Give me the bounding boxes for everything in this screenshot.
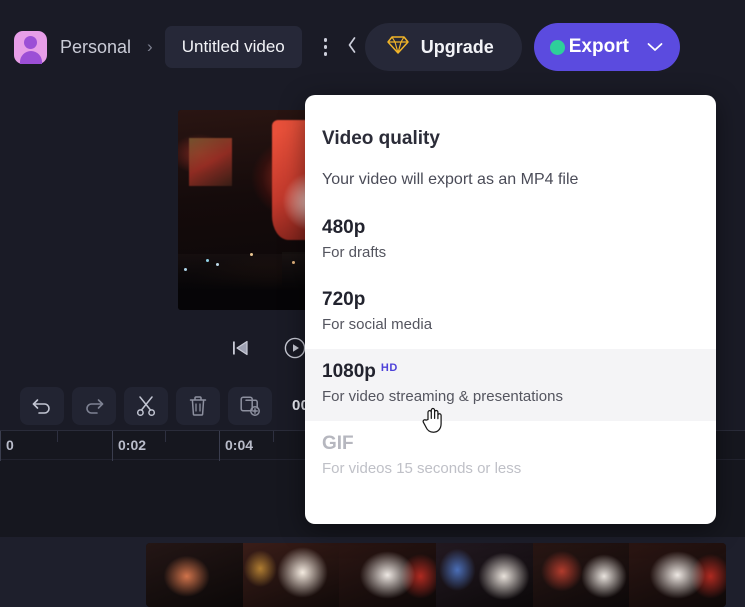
quality-option-description: For drafts — [322, 244, 699, 261]
export-label: Export — [569, 36, 629, 58]
quality-option-title: 1080p HD — [322, 361, 699, 383]
upgrade-button[interactable]: Upgrade — [365, 23, 522, 71]
trash-icon — [188, 395, 208, 417]
quality-option-1080p[interactable]: 1080p HD For video streaming & presentat… — [305, 349, 716, 421]
undo-button[interactable] — [20, 387, 64, 425]
avatar-body-icon — [20, 51, 42, 64]
clip-thumbnail — [339, 543, 436, 607]
ruler-label: 0 — [0, 437, 14, 453]
quality-option-720p[interactable]: 720p For social media — [305, 277, 716, 349]
quality-option-gif: GIF For videos 15 seconds or less — [305, 421, 716, 493]
redo-button[interactable] — [72, 387, 116, 425]
workspace-avatar[interactable] — [14, 31, 47, 64]
clipchamp-video-editor: Personal › Untitled video Upgrade — [0, 0, 745, 607]
green-status-dot-icon — [550, 40, 565, 55]
skip-to-start-button[interactable] — [230, 338, 250, 358]
menu-heading: Video quality — [305, 95, 716, 150]
project-more-options-button[interactable] — [312, 30, 340, 64]
ruler-tick — [273, 431, 274, 442]
project-title-input[interactable]: Untitled video — [165, 26, 302, 68]
undo-icon — [31, 396, 53, 416]
quality-options-list: 480p For drafts 720p For social media 10… — [305, 205, 716, 493]
more-vertical-icon — [324, 52, 328, 56]
export-quality-menu: Video quality Your video will export as … — [305, 95, 716, 524]
clip-thumbnail — [146, 543, 243, 607]
diamond-icon — [387, 35, 409, 60]
quality-option-description: For video streaming & presentations — [322, 388, 699, 405]
scissors-icon — [135, 395, 157, 417]
duplicate-icon — [239, 395, 261, 417]
more-vertical-icon — [324, 38, 328, 42]
video-clip[interactable] — [146, 543, 726, 607]
chevron-left-icon[interactable] — [347, 36, 357, 59]
preview-lights — [206, 259, 209, 262]
upgrade-label: Upgrade — [421, 37, 494, 58]
avatar-head-icon — [24, 36, 37, 49]
ruler-label: 0:02 — [112, 437, 146, 453]
play-button[interactable] — [284, 337, 306, 359]
top-bar: Personal › Untitled video Upgrade — [0, 0, 745, 94]
clip-thumbnail — [436, 543, 533, 607]
workspace-name-label[interactable]: Personal — [60, 37, 131, 58]
ruler-tick — [165, 431, 166, 442]
quality-option-480p[interactable]: 480p For drafts — [305, 205, 716, 277]
ruler-tick — [57, 431, 58, 442]
split-button[interactable] — [124, 387, 168, 425]
export-button[interactable]: Export — [534, 23, 680, 71]
clip-thumbnail — [243, 543, 340, 607]
menu-subtitle: Your video will export as an MP4 file — [305, 150, 716, 189]
preview-secondary-screen — [189, 138, 232, 186]
clip-thumbnail — [629, 543, 726, 607]
ruler-label: 0:04 — [219, 437, 253, 453]
quality-option-description: For social media — [322, 316, 699, 333]
hd-badge: HD — [381, 362, 398, 374]
duplicate-button[interactable] — [228, 387, 272, 425]
delete-button[interactable] — [176, 387, 220, 425]
redo-icon — [83, 396, 105, 416]
chevron-down-icon — [647, 39, 663, 55]
more-vertical-icon — [324, 45, 328, 49]
quality-option-description: For videos 15 seconds or less — [322, 460, 699, 477]
quality-option-title: 480p — [322, 217, 699, 239]
quality-option-title: 720p — [322, 289, 699, 311]
quality-option-title: GIF — [322, 433, 699, 455]
clip-thumbnail — [533, 543, 630, 607]
breadcrumb-separator-icon: › — [147, 37, 153, 57]
